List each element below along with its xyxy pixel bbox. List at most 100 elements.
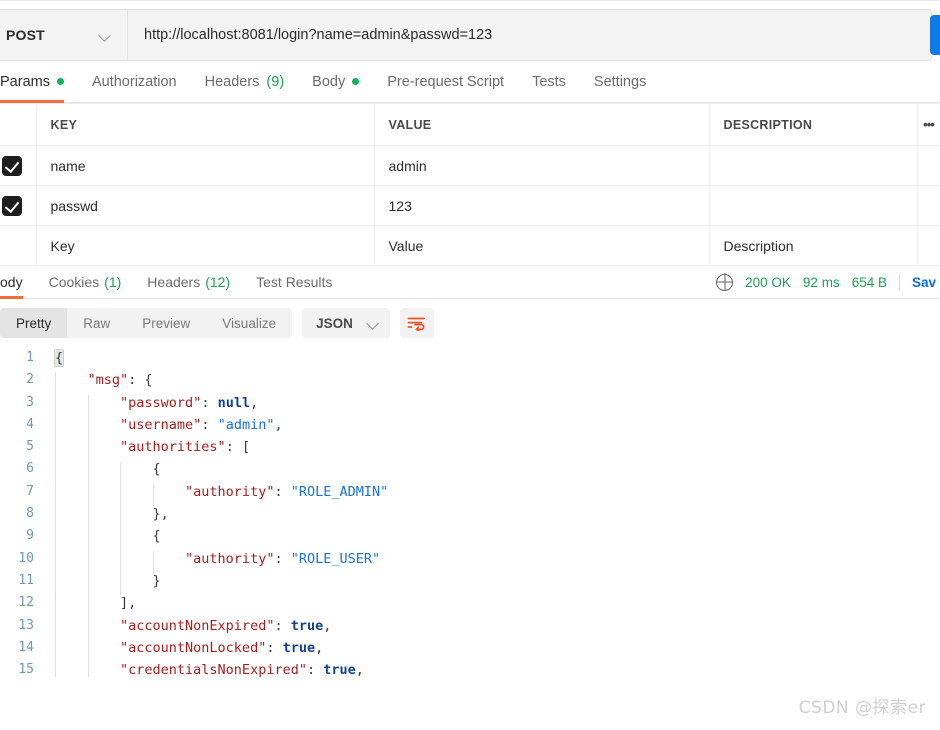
response-language-selector[interactable]: JSON	[302, 308, 390, 338]
row-checkbox-cell[interactable]	[0, 145, 37, 186]
header-checkbox-cell	[0, 103, 37, 146]
code-token: ,	[323, 617, 332, 634]
header-key: KEY	[36, 103, 375, 146]
view-mode-raw[interactable]: Raw	[67, 308, 126, 338]
line-number: 1	[26, 350, 34, 365]
code-line: 7 "authority": "ROLE_ADMIN"	[0, 481, 940, 503]
checkbox-checked-icon[interactable]	[2, 155, 22, 176]
modified-dot-icon	[56, 78, 64, 85]
header-value: VALUE	[374, 103, 710, 146]
view-mode-visualize[interactable]: Visualize	[206, 308, 292, 338]
response-body-code[interactable]: 1{2 "msg": {3 "password": null, 4 "userna…	[0, 347, 940, 677]
table-row: passwd 123	[0, 185, 940, 226]
http-method-selector[interactable]: POST	[0, 10, 128, 60]
request-tabs: Params Authorization Headers (9) Body Pr…	[0, 61, 940, 103]
url-input[interactable]: http://localhost:8081/login?name=admin&p…	[128, 10, 931, 60]
tab-body[interactable]: Body	[298, 61, 373, 103]
tab-pre-request-script[interactable]: Pre-request Script	[373, 61, 518, 103]
code-line: 9 {	[0, 525, 940, 547]
code-token: : {	[128, 372, 153, 389]
response-tab-cookies[interactable]: Cookies (1)	[36, 266, 135, 299]
code-token: true	[282, 639, 316, 656]
response-time: 92 ms	[802, 274, 840, 290]
code-token: "msg"	[55, 372, 129, 389]
wrap-lines-button[interactable]	[399, 308, 434, 338]
tab-headers[interactable]: Headers (9)	[191, 61, 299, 103]
response-tab-test-results[interactable]: Test Results	[243, 266, 345, 299]
row-options[interactable]	[917, 185, 940, 226]
code-token: :	[274, 483, 291, 500]
response-tabs: ody Cookies (1) Headers (12) Test Result…	[0, 266, 345, 299]
code-text: }	[46, 570, 161, 592]
response-tabs-bar: ody Cookies (1) Headers (12) Test Result…	[0, 266, 940, 299]
response-tab-body[interactable]: ody	[0, 266, 36, 299]
response-tab-headers-count: (12)	[205, 274, 231, 290]
meta-divider	[898, 273, 900, 291]
code-token: true	[290, 617, 324, 634]
code-text: {	[46, 347, 65, 369]
tab-authorization[interactable]: Authorization	[78, 61, 191, 103]
code-line: 11 }	[0, 570, 940, 592]
line-number: 8	[26, 506, 34, 522]
response-tab-cookies-count: (1)	[104, 274, 122, 290]
code-token: ,	[274, 416, 283, 433]
wrap-lines-icon	[408, 317, 426, 331]
row-checkbox-cell[interactable]	[0, 185, 37, 226]
top-spacer	[0, 1, 940, 9]
code-line: 6 {	[0, 458, 940, 480]
response-meta: 200 OK 92 ms 654 B Sav	[716, 273, 940, 291]
row-options[interactable]	[917, 145, 940, 186]
code-line: 15 "credentialsNonExpired": true,	[0, 659, 940, 677]
code-line: 4 "username": "admin",	[0, 414, 940, 436]
code-token: :	[274, 550, 291, 567]
table-header-row: KEY VALUE DESCRIPTION •••	[0, 103, 940, 146]
new-row-checkbox-cell[interactable]	[0, 225, 37, 266]
save-response-button[interactable]: Sav	[912, 275, 936, 290]
line-number: 11	[18, 572, 34, 588]
code-token: "accountNonLocked"	[55, 639, 267, 656]
tab-settings[interactable]: Settings	[580, 61, 660, 103]
view-mode-pretty[interactable]: Pretty	[0, 308, 68, 338]
response-view-modes: Pretty Raw Preview Visualize	[0, 308, 293, 338]
row-key[interactable]: passwd	[36, 185, 375, 226]
tab-body-label: Body	[312, 73, 346, 90]
response-tab-cookies-label: Cookies	[48, 274, 100, 290]
code-line: 12 ],	[0, 592, 940, 614]
response-tab-body-label: ody	[0, 274, 23, 290]
new-row-options[interactable]	[917, 225, 940, 266]
code-token: null	[217, 394, 251, 411]
new-row-value-input[interactable]: Value	[374, 225, 710, 266]
code-token: "admin"	[217, 416, 275, 433]
new-row-key-input[interactable]: Key	[36, 225, 375, 266]
response-format-toolbar: Pretty Raw Preview Visualize JSON	[0, 299, 940, 347]
line-number: 12	[18, 595, 34, 611]
row-value[interactable]: admin	[374, 145, 710, 186]
row-description[interactable]	[709, 145, 918, 186]
code-token: }	[55, 572, 161, 589]
bulk-edit-options-cell[interactable]: •••	[917, 103, 940, 146]
response-tab-headers[interactable]: Headers (12)	[134, 266, 243, 299]
code-token: "ROLE_USER"	[290, 550, 381, 567]
code-token: ,	[250, 394, 259, 411]
row-description[interactable]	[709, 185, 918, 226]
code-text: "msg": {	[46, 369, 153, 391]
line-number: 10	[18, 550, 34, 566]
checkbox-checked-icon[interactable]	[2, 195, 22, 216]
new-row-description-input[interactable]: Description	[709, 225, 918, 266]
code-text: },	[46, 503, 169, 525]
response-language-label: JSON	[316, 315, 353, 331]
code-text: "authority": "ROLE_USER"	[46, 548, 380, 570]
table-row-new: Key Value Description	[0, 225, 940, 266]
code-token: :	[201, 416, 218, 433]
tab-params[interactable]: Params	[0, 61, 78, 103]
modified-dot-icon	[352, 78, 360, 85]
globe-icon[interactable]	[716, 273, 734, 291]
code-token: "authorities"	[55, 439, 226, 456]
view-mode-preview[interactable]: Preview	[126, 308, 206, 338]
tab-tests[interactable]: Tests	[518, 61, 580, 103]
row-key[interactable]: name	[36, 145, 375, 186]
row-value[interactable]: 123	[374, 185, 710, 226]
line-number: 5	[26, 439, 34, 455]
code-text: "credentialsNonExpired": true,	[46, 659, 364, 677]
send-button[interactable]	[930, 15, 940, 55]
